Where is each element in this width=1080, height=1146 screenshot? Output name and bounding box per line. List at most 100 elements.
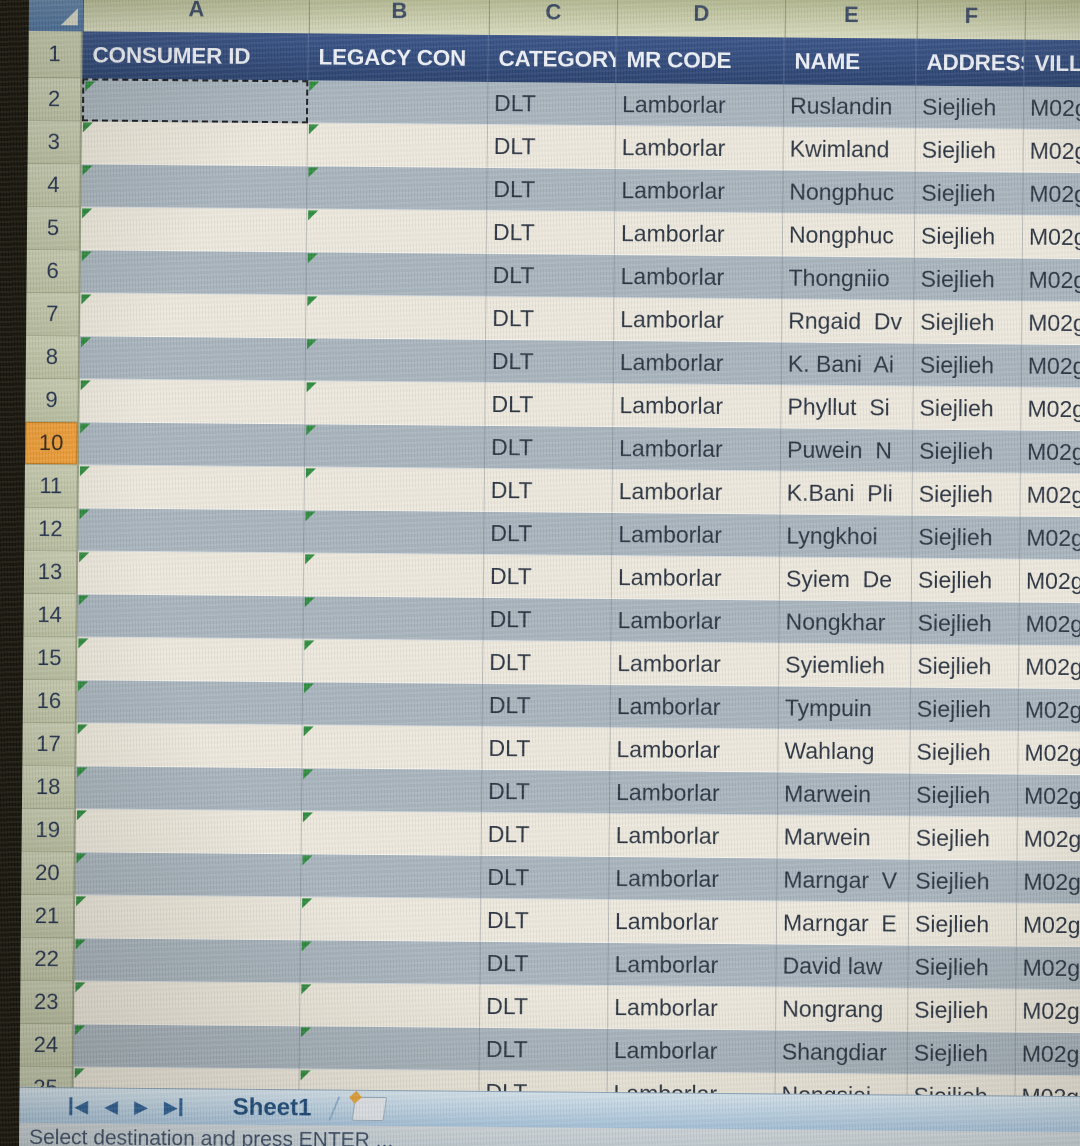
cell-name[interactable]: Ruslandin <box>783 84 917 129</box>
cell-legacy[interactable]: 55000016604 <box>300 983 481 1028</box>
cell-name[interactable]: Nongrang <box>776 987 909 1032</box>
cell-legacy[interactable]: 55000016397 <box>306 252 487 297</box>
cell-address[interactable]: Siejlieh <box>908 988 1017 1033</box>
cell-mr-code[interactable]: Lamborlar <box>610 728 779 773</box>
cell-village[interactable]: M02ga <box>1016 946 1080 991</box>
cell-mr-code[interactable]: Lamborlar <box>615 83 785 128</box>
tab-nav-first-icon[interactable]: ◀ <box>69 1096 88 1116</box>
cell-consumer-id[interactable]: 1000694350 <box>74 938 301 984</box>
cell-consumer-id[interactable]: 1000694189 <box>79 336 307 382</box>
cell-name[interactable]: Puwein N <box>780 428 914 473</box>
row-number[interactable]: 19 <box>21 808 76 853</box>
cell-name[interactable]: Rngaid Dv <box>782 299 915 344</box>
cell-name[interactable]: Nongphuc <box>783 170 916 215</box>
row-number[interactable]: 22 <box>20 937 75 982</box>
cell-consumer-id[interactable]: 1000669078 <box>81 78 309 124</box>
cell-legacy[interactable]: 55000016553 <box>301 854 482 899</box>
cell-mr-code[interactable]: Lamborlar <box>615 126 784 171</box>
cell-mr-code[interactable]: Lamborlar <box>608 943 777 988</box>
cell-address[interactable]: Siejlieh <box>909 859 1018 904</box>
cell-village[interactable]: M02ga <box>1019 559 1080 604</box>
cell-legacy[interactable]: 55000016545 <box>301 811 482 856</box>
cell-legacy[interactable]: 55000016404 <box>304 424 486 469</box>
cell-legacy[interactable]: 55000016393 <box>307 166 488 211</box>
cell-legacy[interactable]: 55000016396 <box>306 209 488 254</box>
cell-address[interactable]: Siejlieh <box>915 85 1025 130</box>
cell-village[interactable]: M02ga <box>1017 774 1080 819</box>
column-header-b[interactable]: B <box>309 0 491 35</box>
cell-category[interactable]: DLT <box>486 296 615 342</box>
cell-category[interactable]: DLT <box>481 769 611 815</box>
tab-nav-prev-icon[interactable]: ◀ <box>104 1096 118 1116</box>
cell-consumer-id[interactable]: 1000694353 <box>74 981 301 1027</box>
column-header-f[interactable]: F <box>917 0 1027 40</box>
cell-mr-code[interactable]: Lamborlar <box>614 212 784 257</box>
cell-legacy[interactable]: 55000016518 <box>301 768 483 813</box>
cell-mr-code[interactable]: Lamborlar <box>614 255 783 300</box>
cell-name[interactable]: Marngar V <box>777 858 910 903</box>
cell-village[interactable]: M02ga <box>1018 688 1080 733</box>
cell-village[interactable]: M02ga <box>1019 602 1080 647</box>
cell-legacy[interactable]: 55000016407 <box>304 510 485 555</box>
cell-consumer-id[interactable]: 1000694192 <box>78 422 306 468</box>
row-number[interactable]: 7 <box>26 292 81 337</box>
header-cell-category[interactable]: CATEGORY <box>488 34 617 84</box>
cell-name[interactable]: K.Bani Pli <box>780 471 913 516</box>
row-number[interactable]: 13 <box>23 550 79 595</box>
header-cell-consumer-id[interactable]: CONSUMER ID <box>82 31 309 81</box>
header-cell-name[interactable]: NAME <box>784 37 917 86</box>
row-number[interactable]: 1 <box>28 30 83 79</box>
column-header-e[interactable]: E <box>785 0 919 39</box>
cell-category[interactable]: DLT <box>483 640 612 686</box>
cell-address[interactable]: Siejlieh <box>910 730 1019 775</box>
cell-category[interactable]: DLT <box>484 425 614 471</box>
cell-mr-code[interactable]: Lamborlar <box>611 642 780 687</box>
cell-consumer-id[interactable]: 1000694257 <box>76 680 304 726</box>
cell-village[interactable]: M02ga <box>1017 817 1080 862</box>
cell-mr-code[interactable]: Lamborlar <box>610 685 780 730</box>
cell-category[interactable]: DLT <box>480 984 609 1030</box>
cell-consumer-id[interactable]: 1000694185 <box>81 164 308 210</box>
cell-name[interactable]: Wahlang <box>778 729 911 774</box>
cell-mr-code[interactable]: Lamborlar <box>612 513 781 558</box>
cell-category[interactable]: DLT <box>480 941 609 987</box>
header-cell-legacy[interactable]: LEGACY CON <box>308 33 489 82</box>
cell-mr-code[interactable]: Lamborlar <box>609 771 779 816</box>
cell-village[interactable]: M02ga <box>1020 473 1080 518</box>
cell-village[interactable]: M02ga <box>1015 1032 1080 1077</box>
cell-mr-code[interactable]: Lamborlar <box>614 298 783 343</box>
cell-village[interactable]: M02ga <box>1021 344 1080 389</box>
cell-village[interactable]: M02ga <box>1022 215 1080 260</box>
cell-consumer-id[interactable]: 1000694312 <box>75 852 302 898</box>
row-number[interactable]: 14 <box>23 593 78 638</box>
cell-address[interactable]: Siejlieh <box>909 816 1018 861</box>
cell-address[interactable]: Siejlieh <box>911 644 1020 689</box>
column-header-g[interactable]: G <box>1025 0 1080 41</box>
cell-category[interactable]: DLT <box>486 253 615 299</box>
cell-consumer-id[interactable]: 1000694383 <box>73 1024 301 1070</box>
cell-address[interactable]: Siejlieh <box>908 945 1017 990</box>
cell-name[interactable]: Shangdiar <box>775 1030 909 1075</box>
cell-legacy[interactable]: 55000016398 <box>306 295 487 340</box>
row-number[interactable]: 12 <box>24 507 79 552</box>
cell-name[interactable]: Thongniio <box>782 256 915 301</box>
cell-mr-code[interactable]: Lamborlar <box>608 900 778 945</box>
cell-name[interactable]: Nongphuc <box>782 213 916 258</box>
tab-nav-next-icon[interactable]: ▶ <box>134 1096 148 1116</box>
row-number[interactable]: 3 <box>27 120 82 165</box>
cell-category[interactable]: DLT <box>482 726 611 772</box>
cell-village[interactable]: M02ga <box>1023 172 1080 217</box>
cell-legacy[interactable]: 55000016406 <box>304 467 485 512</box>
cell-village[interactable]: M02ga <box>1016 989 1080 1034</box>
cell-address[interactable]: Siejlieh <box>912 515 1021 560</box>
cell-legacy[interactable]: 55000016401 <box>305 381 486 426</box>
cell-consumer-id[interactable]: 1000694248 <box>77 594 304 640</box>
cell-consumer-id[interactable]: 1000694251 <box>77 637 304 683</box>
row-number[interactable]: 17 <box>22 722 77 767</box>
insert-worksheet-button[interactable] <box>349 1090 388 1121</box>
cell-consumer-id[interactable]: 1000694194 <box>78 508 305 554</box>
cell-category[interactable]: DLT <box>485 339 615 385</box>
header-cell-address[interactable]: ADDRESS <box>916 38 1025 87</box>
cell-village[interactable]: M02ga <box>1020 430 1080 475</box>
cell-name[interactable]: Kwimland <box>783 127 916 172</box>
